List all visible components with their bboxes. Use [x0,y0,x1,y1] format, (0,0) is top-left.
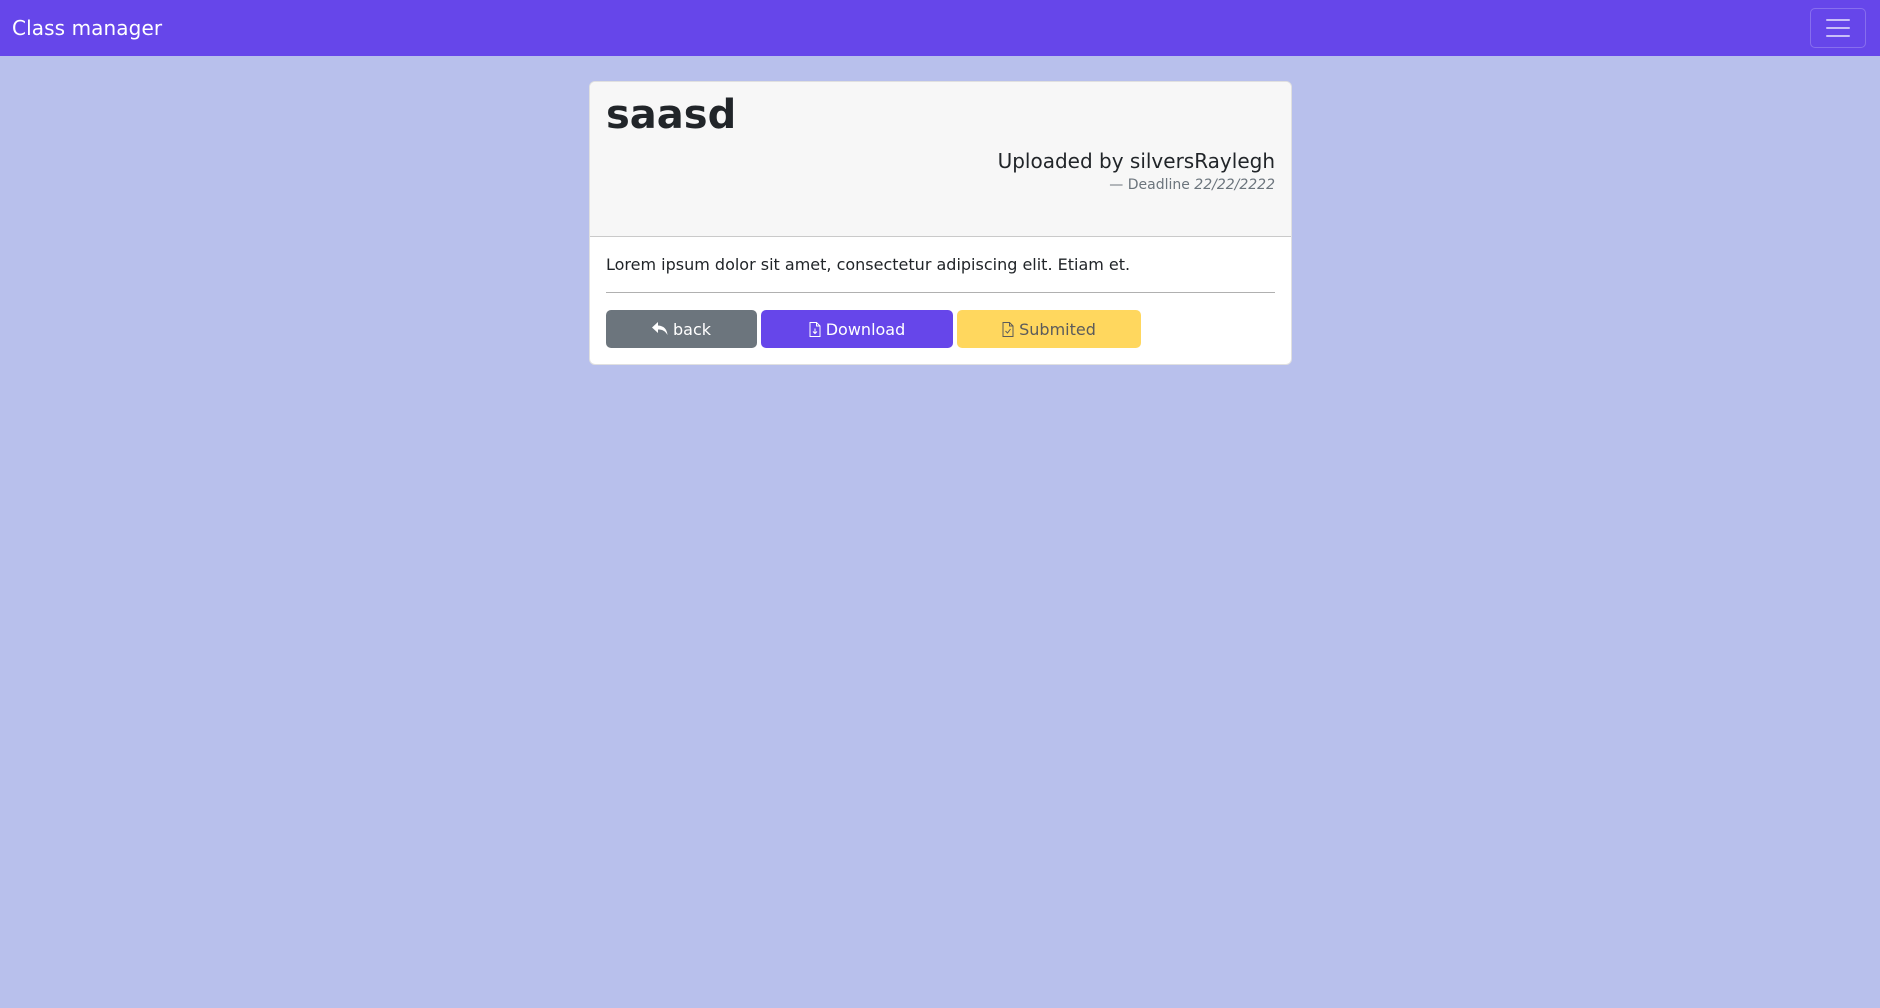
deadline: — Deadline 22/22/2222 [1109,177,1275,193]
back-button[interactable]: back [606,310,757,348]
deadline-label: Deadline [1127,177,1190,193]
back-button-label: back [672,319,712,339]
hamburger-menu-icon [1826,19,1850,21]
deadline-date: 22/22/2222 [1194,177,1275,193]
submitted-button-label: Submited [1019,319,1096,339]
brand-link[interactable]: Class manager [12,16,162,40]
navbar: Class manager [0,0,1880,56]
download-button-label: Download [825,319,906,339]
assignment-header: saasd Uploaded by silversRaylegh — Deadl… [590,82,1291,237]
action-buttons: back Download Submited [606,310,1141,348]
navbar-toggler-button[interactable] [1810,8,1866,48]
assignment-description: Lorem ipsum dolor sit amet, consectetur … [606,255,1131,274]
download-button[interactable]: Download [761,310,953,348]
file-icon [1002,321,1014,337]
deadline-dash: — [1109,177,1124,193]
uploaded-by: Uploaded by silversRaylegh [997,149,1275,173]
reply-arrow-icon [651,322,668,336]
file-download-icon [809,321,821,337]
divider [606,292,1275,293]
submitted-button[interactable]: Submited [957,310,1141,348]
assignment-title: saasd [606,92,737,138]
assignment-card: saasd Uploaded by silversRaylegh — Deadl… [589,81,1292,365]
assignment-body: Lorem ipsum dolor sit amet, consectetur … [590,237,1291,364]
